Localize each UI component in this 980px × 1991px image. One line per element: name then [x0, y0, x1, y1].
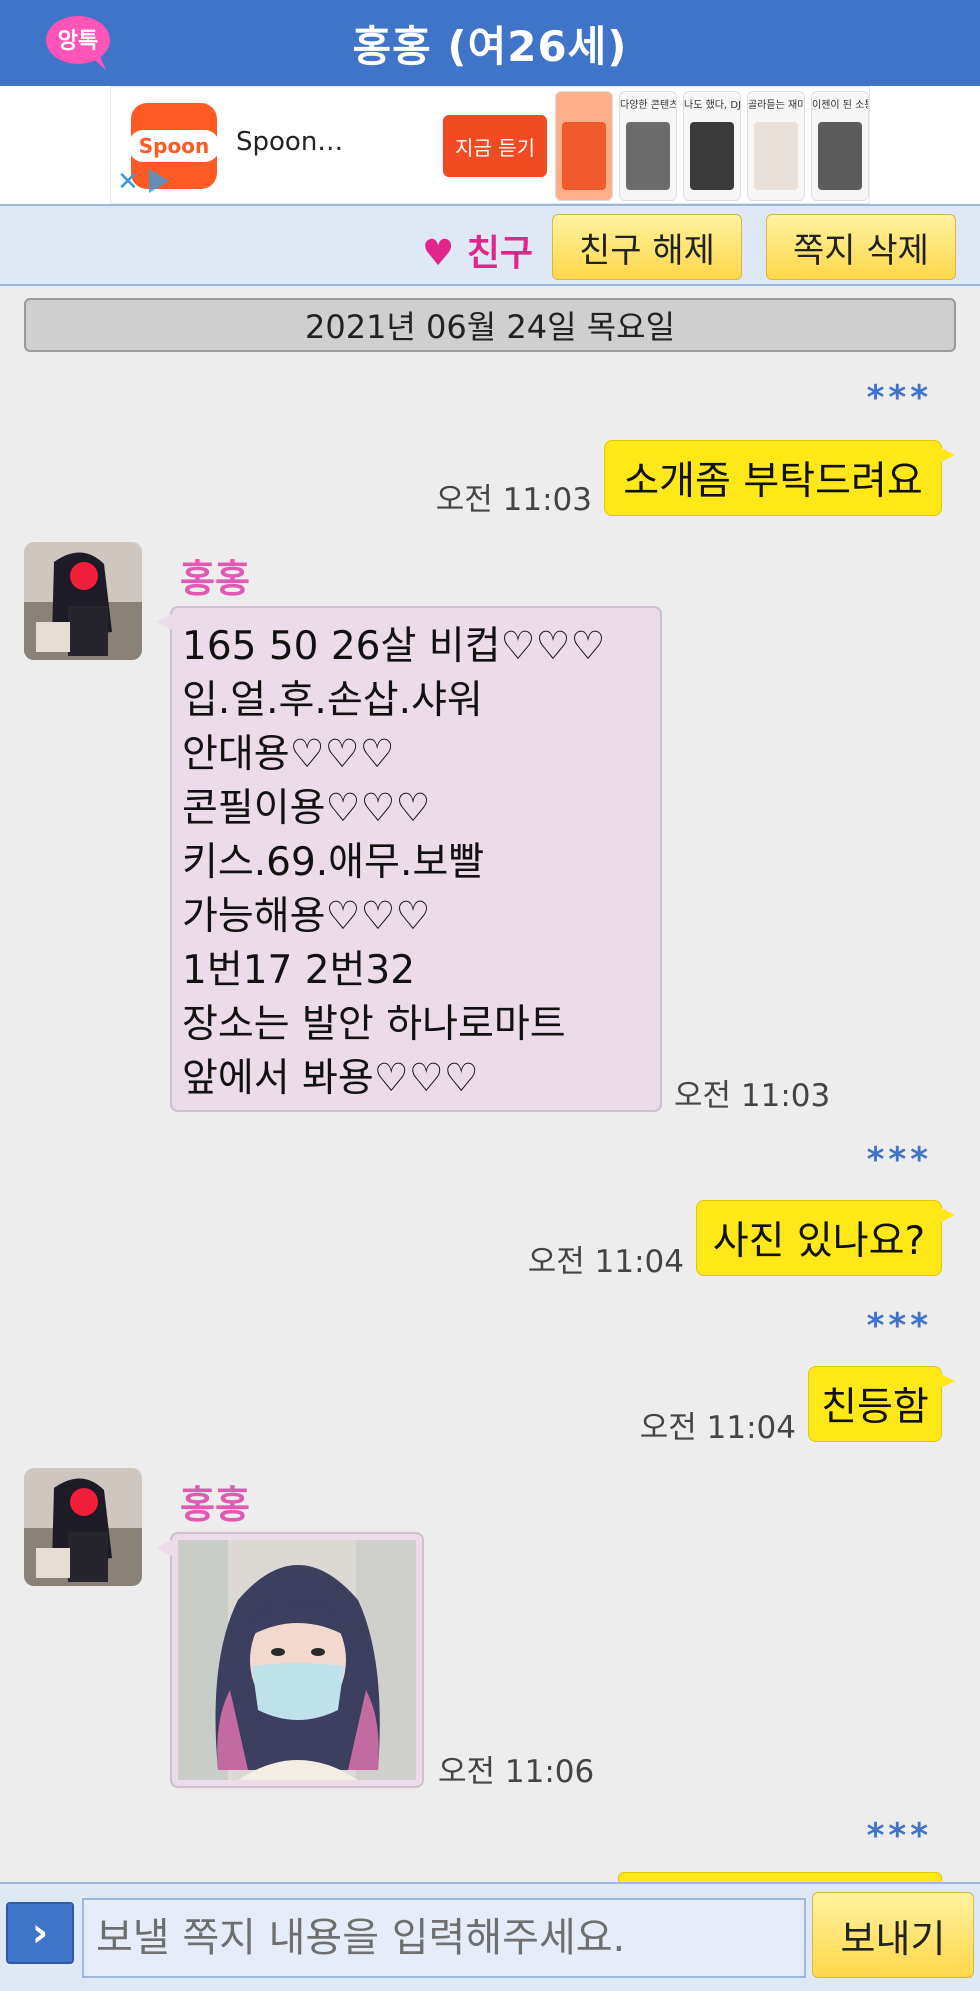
friend-bar: ♥ 친구 친구 해제 쪽지 삭제	[0, 204, 980, 286]
my-message-bubble[interactable]: 소개좀 부탁드려요	[604, 440, 955, 516]
message-line: 안대용♡♡♡	[182, 732, 395, 777]
send-button[interactable]: 보내기	[812, 1892, 974, 1978]
page-title: 홍홍 (여26세)	[352, 21, 628, 71]
header-bar: 앙톡 홍홍 (여26세)	[0, 0, 980, 86]
message-line: 165 50 26살 비컵♡♡♡	[182, 624, 606, 669]
shared-photo[interactable]	[178, 1540, 416, 1780]
ad-screenshot	[555, 91, 613, 201]
message-line: 가능해용♡♡♡	[182, 894, 431, 939]
sender-name: 홍홍	[180, 1483, 250, 1527]
other-message-bubble[interactable]: 165 50 26살 비컵♡♡♡ 입.얼.후.손삽.샤워 안대용♡♡♡ 콘필이용…	[156, 606, 662, 1112]
message-time: 오전 11:06	[438, 1754, 595, 1790]
my-message-bubble[interactable]: 친등함	[808, 1366, 955, 1442]
message-time: 오전 11:03	[674, 1078, 831, 1114]
sender-avatar[interactable]	[24, 1468, 142, 1586]
ad-choices-icon[interactable]	[149, 169, 169, 193]
sender-name: 홍홍	[180, 557, 250, 601]
message-input-bar: › 보내기	[0, 1882, 980, 1991]
ad-card[interactable]: Spoon Spoon… 지금 듣기 ✕ 다양한 콘텐츠 나도 했다, DJ 골…	[110, 86, 870, 204]
message-time: 오전 11:04	[639, 1410, 796, 1446]
ad-screenshot: 다양한 콘텐츠	[619, 91, 677, 201]
message-input[interactable]	[82, 1898, 806, 1978]
ad-app-name[interactable]: Spoon…	[236, 127, 343, 157]
friend-status-label: ♥ 친구	[422, 233, 534, 274]
message-time: 오전 11:03	[435, 482, 592, 518]
date-divider: 2021년 06월 24일 목요일	[24, 298, 956, 352]
ad-banner: Spoon Spoon… 지금 듣기 ✕ 다양한 콘텐츠 나도 했다, DJ 골…	[0, 86, 980, 204]
app-logo-icon[interactable]: 앙톡	[44, 12, 116, 72]
ad-screenshot: 이젠이 된 소통	[811, 91, 869, 201]
ad-close-icon[interactable]: ✕	[117, 167, 139, 197]
message-line: 입.얼.후.손삽.샤워	[182, 678, 483, 723]
photo-message-bubble[interactable]	[156, 1532, 424, 1788]
chevron-right-icon[interactable]: ›	[6, 1902, 74, 1964]
chat-screen: 앙톡 홍홍 (여26세) Spoon Spoon… 지금 듣기 ✕ 다양한 콘텐…	[0, 0, 980, 1991]
spoon-logo-icon[interactable]: Spoon	[128, 103, 220, 189]
my-name-masked: ***	[866, 1306, 932, 1346]
ad-screenshot: 골라듣는 재미	[747, 91, 805, 201]
my-name-masked: ***	[866, 1140, 932, 1180]
logo-text: 앙톡	[58, 29, 98, 54]
my-name-masked: ***	[866, 378, 932, 418]
message-line: 장소는 발안 하나로마트	[182, 1002, 566, 1047]
my-message-bubble[interactable]: 사진 있나요?	[696, 1200, 955, 1276]
unfriend-button[interactable]: 친구 해제	[552, 214, 742, 280]
message-line: 1번17 2번32	[182, 948, 416, 993]
message-time: 오전 11:04	[527, 1244, 684, 1280]
ad-listen-button[interactable]: 지금 듣기	[443, 115, 547, 177]
delete-message-button[interactable]: 쪽지 삭제	[766, 214, 956, 280]
sender-avatar[interactable]	[24, 542, 142, 660]
my-name-masked: ***	[866, 1816, 932, 1856]
message-line: 앞에서 봐용♡♡♡	[182, 1056, 479, 1101]
ad-screenshot: 나도 했다, DJ	[683, 91, 741, 201]
message-line: 키스.69.애무.보빨	[182, 840, 485, 885]
message-line: 콘필이용♡♡♡	[182, 786, 431, 831]
